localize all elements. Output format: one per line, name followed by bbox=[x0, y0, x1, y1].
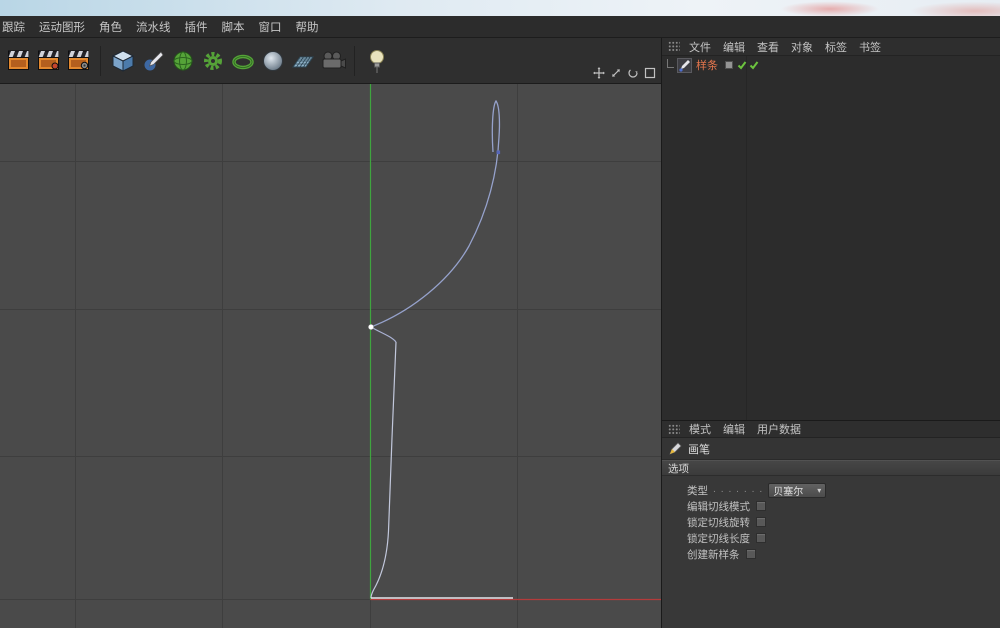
spline-bowl-curve[interactable] bbox=[371, 101, 499, 327]
render-to-picture-viewer-icon[interactable] bbox=[35, 47, 62, 75]
object-manager-menubar: 文件 编辑 查看 对象 标签 书签 bbox=[662, 38, 1000, 56]
zoom-icon[interactable] bbox=[609, 66, 622, 79]
left-column bbox=[0, 38, 661, 628]
create-new-spline-checkbox[interactable] bbox=[746, 549, 756, 559]
desktop-background-strip bbox=[0, 0, 1000, 16]
toolbar-separator bbox=[100, 46, 101, 76]
om-menu-object[interactable]: 对象 bbox=[785, 39, 819, 55]
leader-dots: . . . . . . . bbox=[713, 485, 763, 495]
om-menu-edit[interactable]: 编辑 bbox=[717, 39, 751, 55]
create-new-spline-label: 创建新样条 bbox=[687, 547, 740, 562]
render-view-icon[interactable] bbox=[5, 47, 32, 75]
toolbar-separator bbox=[354, 46, 355, 76]
menu-item-character[interactable]: 角色 bbox=[92, 19, 129, 35]
menu-item-track[interactable]: 跟踪 bbox=[0, 19, 32, 35]
am-menu-edit[interactable]: 编辑 bbox=[717, 421, 751, 437]
om-menu-view[interactable]: 查看 bbox=[751, 39, 785, 55]
menu-item-script[interactable]: 脚本 bbox=[215, 19, 252, 35]
layer-color-swatch[interactable] bbox=[725, 61, 733, 69]
type-property-row: 类型 . . . . . . . 贝塞尔 ▾ bbox=[687, 482, 1000, 498]
subdivision-surface-icon[interactable] bbox=[169, 47, 196, 75]
floor-grid-icon[interactable] bbox=[289, 47, 316, 75]
attribute-object-title: 画笔 bbox=[688, 441, 710, 457]
object-row-spline[interactable]: 样条 bbox=[662, 56, 1000, 74]
spline-point-rim[interactable] bbox=[497, 151, 501, 155]
menu-item-pipeline[interactable]: 流水线 bbox=[129, 19, 178, 35]
options-section-header[interactable]: 选项 bbox=[662, 460, 1000, 476]
deformers-torus-icon[interactable] bbox=[229, 47, 256, 75]
spline-pen-icon[interactable] bbox=[139, 47, 166, 75]
attribute-manager: 模式 编辑 用户数据 画笔 选项 类型 . . . . . . . 贝塞尔 ▾ bbox=[662, 420, 1000, 628]
spline-object-icon bbox=[677, 58, 692, 73]
spline-inner-curve[interactable] bbox=[371, 327, 396, 342]
menu-item-help[interactable]: 帮助 bbox=[289, 19, 326, 35]
menubar: 跟踪 运动图形 角色 流水线 插件 脚本 窗口 帮助 bbox=[0, 16, 1000, 38]
toolbar bbox=[0, 38, 661, 84]
lock-tangent-rotation-checkbox[interactable] bbox=[756, 517, 766, 527]
type-dropdown-value: 贝塞尔 bbox=[773, 483, 803, 498]
pen-tool-icon bbox=[668, 442, 682, 456]
c4d-window: 跟踪 运动图形 角色 流水线 插件 脚本 窗口 帮助 bbox=[0, 0, 1000, 628]
panel-grip-icon[interactable] bbox=[668, 41, 680, 52]
om-menu-file[interactable]: 文件 bbox=[683, 39, 717, 55]
menu-item-plugins[interactable]: 插件 bbox=[178, 19, 215, 35]
attribute-manager-menubar: 模式 编辑 用户数据 bbox=[662, 420, 1000, 438]
viewport-canvas[interactable] bbox=[0, 84, 661, 628]
enabled-check-icon[interactable] bbox=[737, 60, 747, 70]
edit-tangent-mode-row: 编辑切线模式 bbox=[687, 498, 1000, 514]
lock-tangent-rotation-row: 锁定切线旋转 bbox=[687, 514, 1000, 530]
rotate-icon[interactable] bbox=[626, 66, 639, 79]
object-manager: 样条 bbox=[662, 56, 1000, 420]
menu-item-window[interactable]: 窗口 bbox=[252, 19, 289, 35]
lock-tangent-length-checkbox[interactable] bbox=[756, 533, 766, 543]
cube-primitive-icon[interactable] bbox=[109, 47, 136, 75]
light-bulb-icon[interactable] bbox=[363, 47, 390, 75]
chevron-down-icon: ▾ bbox=[817, 486, 821, 495]
camera-icon[interactable] bbox=[319, 47, 346, 75]
om-menu-bookmarks[interactable]: 书签 bbox=[853, 39, 887, 55]
edit-render-settings-icon[interactable] bbox=[65, 47, 92, 75]
edit-tangent-mode-label: 编辑切线模式 bbox=[687, 499, 750, 514]
spline-point-selected[interactable] bbox=[368, 324, 373, 329]
lock-tangent-rotation-label: 锁定切线旋转 bbox=[687, 515, 750, 530]
create-new-spline-row: 创建新样条 bbox=[687, 546, 1000, 562]
panel-grip-icon[interactable] bbox=[668, 424, 680, 435]
object-manager-column-divider bbox=[746, 56, 747, 420]
menu-item-mograph[interactable]: 运动图形 bbox=[32, 19, 92, 35]
edit-tangent-mode-checkbox[interactable] bbox=[756, 501, 766, 511]
lock-tangent-length-row: 锁定切线长度 bbox=[687, 530, 1000, 546]
object-name[interactable]: 样条 bbox=[696, 57, 718, 73]
om-menu-tags[interactable]: 标签 bbox=[819, 39, 853, 55]
options-properties: 类型 . . . . . . . 贝塞尔 ▾ 编辑切线模式 锁定切线旋转 锁 bbox=[662, 476, 1000, 562]
am-menu-mode[interactable]: 模式 bbox=[683, 421, 717, 437]
visible-check-icon[interactable] bbox=[749, 60, 759, 70]
pan-icon[interactable] bbox=[592, 66, 605, 79]
type-dropdown[interactable]: 贝塞尔 ▾ bbox=[768, 483, 826, 498]
attribute-object-title-row: 画笔 bbox=[662, 438, 1000, 460]
options-section-label: 选项 bbox=[668, 461, 689, 476]
am-menu-userdata[interactable]: 用户数据 bbox=[751, 421, 807, 437]
toggle-active-view-icon[interactable] bbox=[643, 66, 656, 79]
generators-gear-icon[interactable] bbox=[199, 47, 226, 75]
spline-stem-curve[interactable] bbox=[371, 342, 396, 598]
type-label: 类型 bbox=[687, 483, 708, 498]
right-panel: 文件 编辑 查看 对象 标签 书签 样条 bbox=[661, 38, 1000, 628]
viewport-nav bbox=[592, 66, 656, 79]
tree-elbow-icon bbox=[667, 59, 674, 68]
environment-sphere-icon[interactable] bbox=[259, 47, 286, 75]
lock-tangent-length-label: 锁定切线长度 bbox=[687, 531, 750, 546]
